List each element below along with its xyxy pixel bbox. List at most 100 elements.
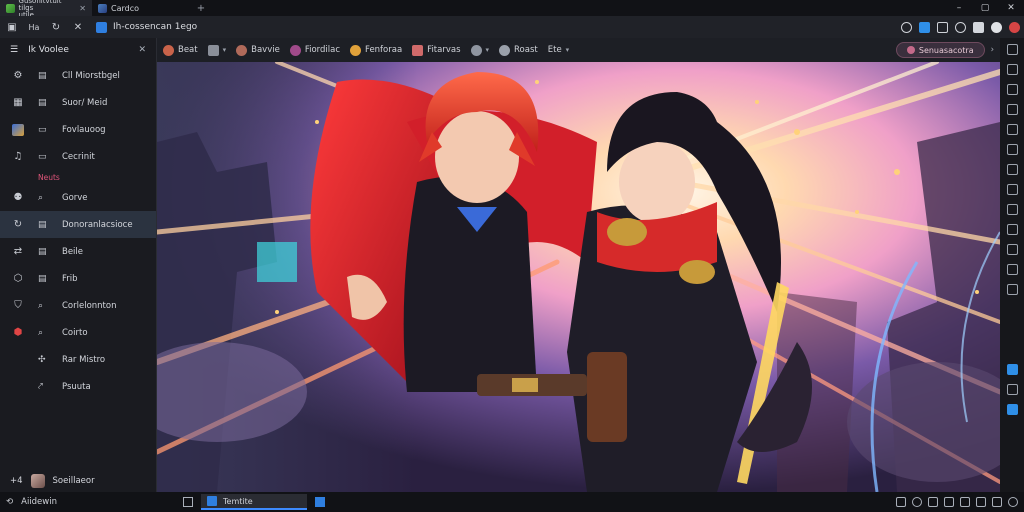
rail-icon-13[interactable] [1006,284,1018,295]
close-icon[interactable]: ✕ [70,19,86,35]
sidebar-item-3[interactable]: ♫ ▭ Cecrinit [0,143,156,170]
tray-icon-6[interactable] [976,497,986,507]
tab-active[interactable]: Gusonitvtuit tilgs utile ✕ [0,0,92,18]
url-text: Ih-cossencan 1ego [113,22,198,32]
sidebar-item-8[interactable]: ⬡ ▤ Frib [0,265,156,292]
doc-icon: ▤ [38,273,47,284]
sidebar-item-12[interactable]: ⤤ Psuuta [0,373,156,400]
bookmark-pill[interactable]: Senuasacotra [895,42,985,58]
sidebar-item-0[interactable]: ⚙ ▤ Cll Miorstbgel [0,62,156,89]
count-badge: +4 [10,476,23,486]
shield-icon[interactable] [901,21,912,33]
bookmark-icon [499,44,511,56]
window-controls: – ▢ ✕ [946,0,1024,16]
rail-icon-9[interactable] [1006,204,1018,215]
rail-icon-7[interactable] [1006,164,1018,175]
history-icon[interactable] [955,21,966,33]
bookmark-2[interactable]: Bavvie [236,44,280,56]
tray-icon-5[interactable] [960,497,970,507]
bookmark-icon [163,44,174,56]
bookmark-icon [289,44,301,56]
rail-blue-icon-2[interactable] [1006,404,1018,415]
globe-icon [470,44,482,56]
bookmark-star-icon[interactable] [973,21,984,33]
sidebar-item-6[interactable]: ↻ ▤ Donoranlacsioce [0,211,156,238]
sidebar-item-2[interactable]: ▭ Fovlauoog [0,116,156,143]
rail-icon-8[interactable] [1006,184,1018,195]
sidebar-item-11[interactable]: ✣ Rar Mistro [0,346,156,373]
bookmark-icon [236,44,248,56]
rail-icon-5[interactable] [1006,124,1018,135]
url-field[interactable]: Ih-cossencan 1ego [96,19,836,35]
sidebar-item-10[interactable]: ⬢ ⌕ Coirto [0,319,156,346]
sidebar-item-label: Gorve [62,192,88,203]
rail-icon-12[interactable] [1006,264,1018,275]
bookmark-4[interactable]: Fenforaa [350,44,402,56]
reading-list-icon[interactable] [937,21,948,33]
back-arrow-icon[interactable]: ⟲ [6,497,13,507]
rail-blue-icon[interactable] [1006,364,1018,375]
extension-blue-icon[interactable] [919,21,930,33]
bookmark-folder-2[interactable]: ▾ [470,44,489,56]
sidebar-item-9[interactable]: ⛉ ⌕ Corlelonnton [0,292,156,319]
rail-icon-11[interactable] [1006,244,1018,255]
rail-icon-1[interactable] [1006,44,1018,55]
extension-red-icon[interactable] [1009,21,1020,33]
sidebar-item-label: Corlelonnton [62,300,117,311]
people-icon: ⚉ [13,192,23,203]
chevron-down-icon: ▾ [565,46,570,54]
minimize-button[interactable]: – [946,0,972,16]
rail-icon-6[interactable] [1006,144,1018,155]
close-window-button[interactable]: ✕ [998,0,1024,16]
tray-icon-8[interactable] [1008,497,1018,507]
bookmark-3[interactable]: Fiordilac [289,44,340,56]
sidebar-item-label: Neuts [38,172,60,182]
bookmark-folder[interactable]: ▾ [207,44,226,56]
tab-title: Cardco [111,3,140,13]
tray-icon-3[interactable] [928,497,938,507]
new-tab-button[interactable]: + [192,3,210,14]
tab-2[interactable]: Cardco [92,0,192,16]
tray-icon-4[interactable] [944,497,954,507]
rail-icon-4[interactable] [1006,104,1018,115]
taskbar-app-active[interactable]: Temtite [201,494,307,510]
doc-icon: ▤ [38,246,47,257]
menu-icon[interactable]: ☰ [10,45,18,55]
rail-icon-10[interactable] [1006,224,1018,235]
sidebar-footer[interactable]: +4 Soeillaeor [0,470,157,492]
maximize-button[interactable]: ▢ [972,0,998,16]
sidebar-item-7[interactable]: ⇄ ▤ Beile [0,238,156,265]
bookmark-icon [412,44,424,56]
rail-icon-2[interactable] [1006,64,1018,75]
title-bar: Gusonitvtuit tilgs utile ✕ Cardco + – ▢ … [0,0,1024,18]
profile-icon[interactable] [991,21,1002,33]
site-favicon-icon [6,3,15,13]
bookmark-5[interactable]: Fitarvas [412,44,461,56]
chevron-right-icon[interactable]: › [991,45,994,55]
start-label[interactable]: Aiidewin [21,497,57,507]
tray-icon-2[interactable] [912,497,922,507]
close-sidebar-icon[interactable]: ✕ [138,45,146,55]
extensions [901,21,1020,33]
app-icon-blue[interactable] [315,497,325,507]
close-tab-icon[interactable]: ✕ [79,4,86,13]
pin-icon[interactable] [183,497,193,507]
tray-icon-1[interactable] [896,497,906,507]
sidebar-toggle-icon[interactable]: ▣ [4,19,20,35]
doc-icon: ▤ [38,219,47,230]
sidebar-item-1[interactable]: ▦ ▤ Suor/ Meid [0,89,156,116]
shield-icon: ⛉ [14,300,22,311]
bookmark-8[interactable]: Ete ▾ [548,45,569,55]
tray-icon-7[interactable] [992,497,1002,507]
reload-icon[interactable]: ↻ [48,19,64,35]
sidebar-item-5[interactable]: ⚉ ⌕ Gorve [0,184,156,211]
bookmark-icon [350,44,362,56]
bookmark-0[interactable]: Beat [163,44,198,56]
bookmark-7[interactable]: Roast [499,44,538,56]
app-icon[interactable]: Ha [26,19,42,35]
sidebar-subitem[interactable]: Neuts [0,170,156,184]
system-tray [896,497,1018,507]
briefcase-icon: ▦ [13,97,23,108]
rail-icon-3[interactable] [1006,84,1018,95]
rail-icon-14[interactable] [1006,384,1018,395]
